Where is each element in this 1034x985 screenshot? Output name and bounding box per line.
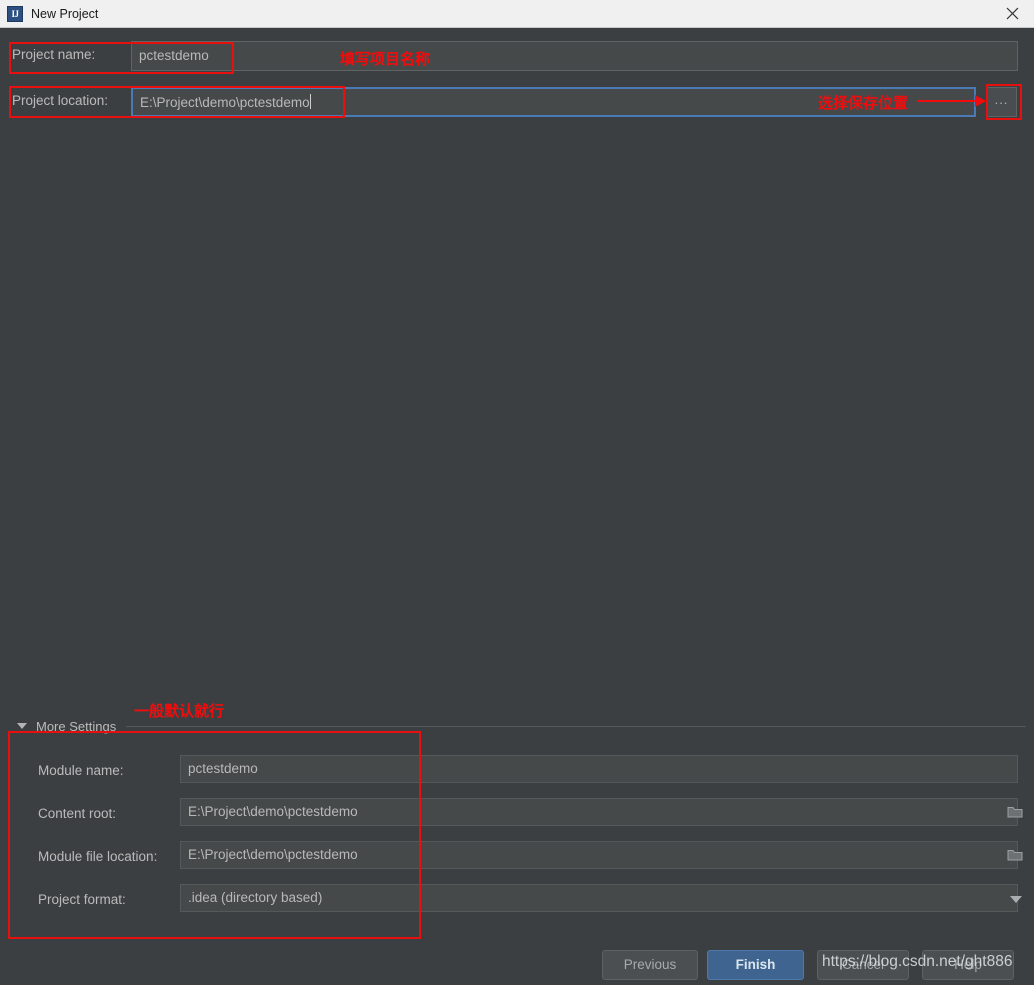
- chevron-down-icon[interactable]: [1010, 896, 1022, 903]
- window-title: New Project: [31, 6, 99, 21]
- more-settings-label: More Settings: [36, 718, 117, 734]
- module-name-label: Module name:: [38, 763, 124, 778]
- dialog-body: Project name: pctestdemo Project locatio…: [0, 28, 1034, 985]
- module-file-location-row: Module file location: E:\Project\demo\pc…: [0, 841, 1034, 875]
- project-location-input[interactable]: E:\Project\demo\pctestdemo: [131, 87, 976, 117]
- finish-button[interactable]: Finish: [707, 950, 804, 980]
- intellij-idea-icon: IJ: [7, 5, 23, 22]
- project-name-label: Project name:: [12, 47, 96, 62]
- project-format-select[interactable]: .idea (directory based): [180, 884, 1018, 912]
- cancel-button[interactable]: Cancel: [817, 950, 909, 980]
- more-settings-header[interactable]: More Settings: [0, 715, 1034, 737]
- project-name-input[interactable]: pctestdemo: [131, 41, 1018, 71]
- dialog-footer: Previous Finish Cancel Help: [0, 950, 1034, 985]
- project-location-value: E:\Project\demo\pctestdemo: [140, 95, 310, 110]
- content-root-input[interactable]: E:\Project\demo\pctestdemo: [180, 798, 1018, 826]
- close-icon[interactable]: [990, 0, 1034, 27]
- project-format-row: Project format: .idea (directory based): [0, 884, 1034, 918]
- project-format-label: Project format:: [38, 892, 126, 907]
- folder-icon[interactable]: [1007, 848, 1024, 862]
- project-location-label: Project location:: [12, 93, 109, 108]
- section-divider: [126, 725, 1026, 727]
- module-name-row: Module name: pctestdemo: [0, 755, 1034, 789]
- module-file-location-label: Module file location:: [38, 849, 158, 864]
- project-location-row: Project location: E:\Project\demo\pctest…: [0, 84, 1034, 120]
- previous-button[interactable]: Previous: [602, 950, 698, 980]
- help-button[interactable]: Help: [922, 950, 1014, 980]
- module-name-input[interactable]: pctestdemo: [180, 755, 1018, 783]
- content-root-row: Content root: E:\Project\demo\pctestdemo: [0, 798, 1034, 832]
- title-bar: IJ New Project: [0, 0, 1034, 28]
- project-name-row: Project name: pctestdemo: [0, 38, 1034, 74]
- more-settings-section: More Settings Module name: pctestdemo Co…: [0, 715, 1034, 945]
- module-file-location-input[interactable]: E:\Project\demo\pctestdemo: [180, 841, 1018, 869]
- folder-icon[interactable]: [1007, 805, 1024, 819]
- chevron-down-icon: [17, 723, 27, 729]
- content-root-label: Content root:: [38, 806, 117, 821]
- browse-location-button[interactable]: ...: [986, 87, 1017, 117]
- new-project-dialog: IJ New Project Project name: pctestdemo …: [0, 0, 1034, 985]
- text-caret: [309, 94, 311, 109]
